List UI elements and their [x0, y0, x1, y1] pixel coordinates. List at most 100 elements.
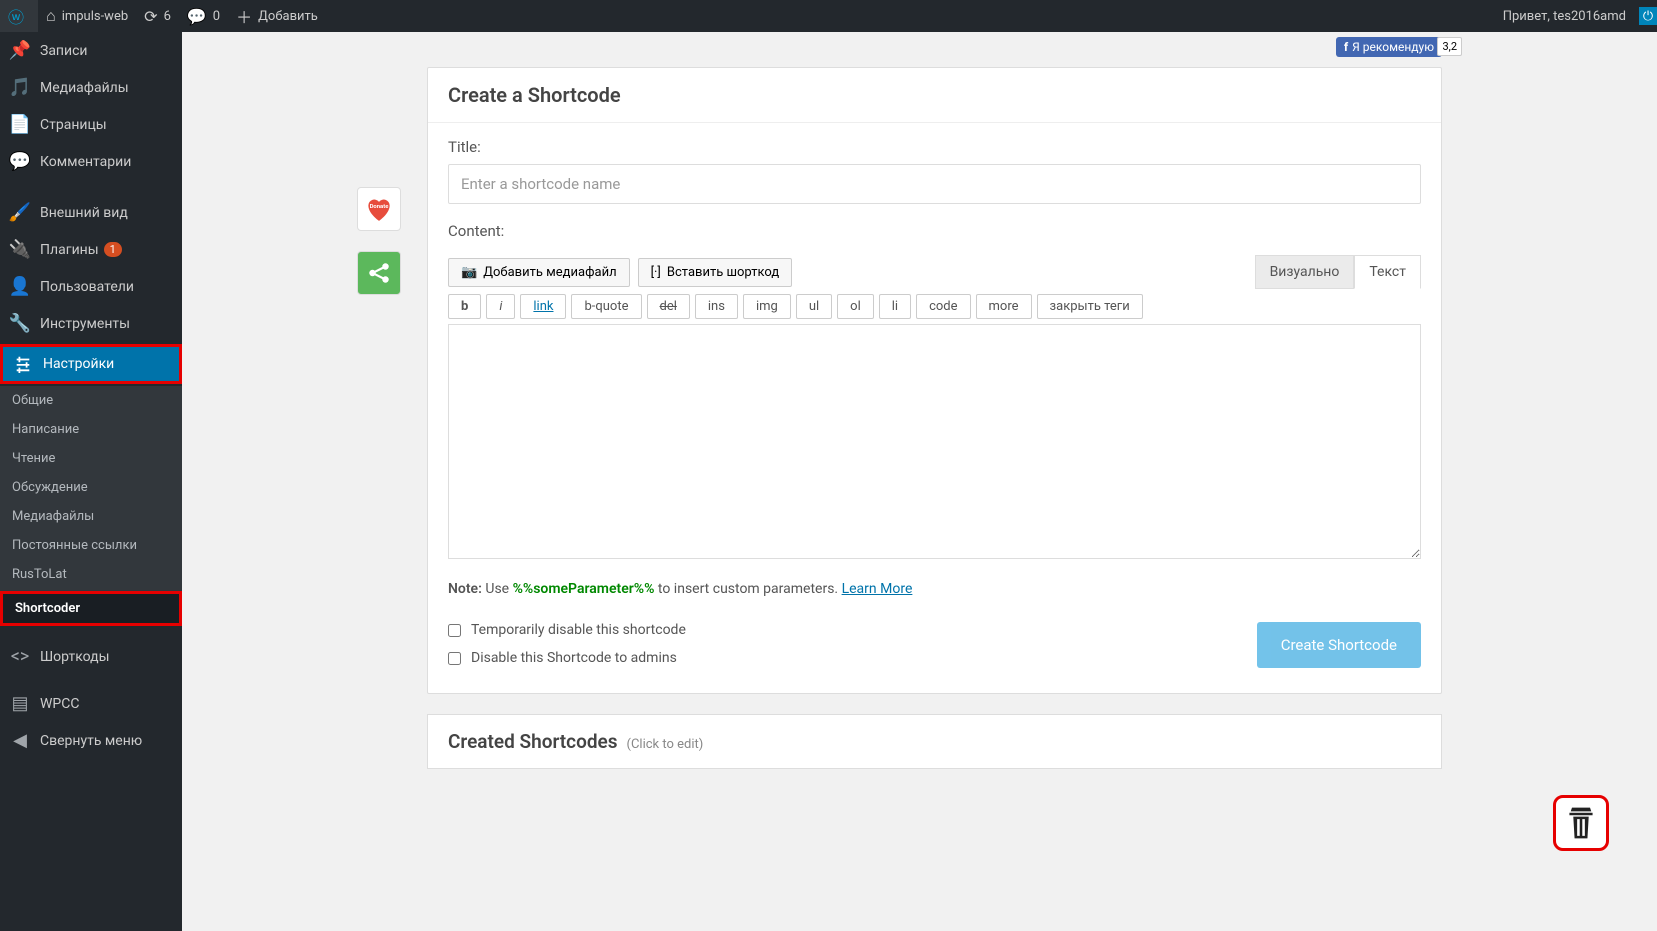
insert-shortcode-text: Вставить шорткод: [667, 265, 779, 280]
submenu-permalinks[interactable]: Постоянные ссылки: [0, 531, 182, 560]
cb-temp-disable-label: Temporarily disable this shortcode: [471, 622, 686, 638]
created-title: Created Shortcodes: [448, 730, 618, 753]
note-use: Use: [482, 581, 513, 597]
sidebar-item-media[interactable]: 🎵Медиафайлы: [0, 69, 182, 106]
brackets-icon: [·]: [651, 265, 661, 280]
updates-count: 6: [164, 9, 171, 24]
submenu-shortcoder[interactable]: Shortcoder: [3, 594, 179, 623]
sidebar-item-appearance[interactable]: 🖌️ Внешний вид: [0, 194, 182, 231]
wrench-icon: 🔧: [10, 313, 30, 334]
sidebar-item-label: Шорткоды: [40, 649, 109, 665]
qt-ul[interactable]: ul: [796, 294, 832, 319]
qt-more[interactable]: more: [976, 294, 1032, 319]
note-text: Note: Use %%someParameter%% to insert cu…: [448, 581, 1421, 597]
qt-li[interactable]: li: [879, 294, 911, 319]
cb-temp-disable[interactable]: [448, 624, 461, 637]
qt-del[interactable]: del: [647, 294, 690, 319]
brush-icon: 🖌️: [10, 202, 30, 223]
qt-close-tags[interactable]: закрыть теги: [1037, 294, 1143, 319]
qt-code[interactable]: code: [916, 294, 970, 319]
trash-button[interactable]: [1553, 795, 1609, 851]
donate-button[interactable]: Donate: [357, 187, 401, 231]
qt-ol[interactable]: ol: [837, 294, 874, 319]
collapse-menu[interactable]: ◀ Свернуть меню: [0, 722, 182, 759]
greeting-link[interactable]: Привет, tes2016amd: [1495, 0, 1634, 32]
create-shortcode-panel: Create a Shortcode Title: Content: 📷Доба…: [427, 67, 1442, 694]
submenu-discussion[interactable]: Обсуждение: [0, 473, 182, 502]
cb-disable-admins[interactable]: [448, 652, 461, 665]
create-shortcode-button[interactable]: Create Shortcode: [1257, 622, 1421, 668]
sidebar-item-comments[interactable]: 💬Комментарии: [0, 143, 182, 180]
insert-shortcode-button[interactable]: [·] Вставить шорткод: [638, 258, 793, 287]
content-editor[interactable]: [448, 324, 1421, 559]
site-name-text: impuls-web: [62, 9, 128, 24]
sidebar-item-tools[interactable]: 🔧Инструменты: [0, 305, 182, 342]
submenu-reading[interactable]: Чтение: [0, 444, 182, 473]
sidebar-item-label: Страницы: [40, 117, 107, 133]
sidebar-item-shortcodes[interactable]: <>Шорткоды: [0, 638, 182, 675]
learn-more-link[interactable]: Learn More: [842, 581, 913, 597]
share-icon: [366, 260, 392, 286]
fb-label: Я рекомендую: [1352, 40, 1434, 54]
qt-ins[interactable]: ins: [695, 294, 738, 319]
highlight-settings: Настройки: [0, 344, 182, 384]
qt-bquote[interactable]: b-quote: [571, 294, 641, 319]
qt-img[interactable]: img: [743, 294, 791, 319]
greeting-text: Привет, tes2016amd: [1503, 9, 1626, 24]
updates-link[interactable]: ⟳6: [136, 0, 179, 32]
qt-italic[interactable]: i: [486, 294, 515, 319]
highlight-shortcoder: Shortcoder: [0, 591, 182, 626]
pin-icon: 📌: [10, 40, 30, 61]
comments-link[interactable]: 💬0: [179, 0, 228, 32]
qt-link[interactable]: link: [520, 294, 566, 319]
generic-icon: ▤: [10, 693, 30, 714]
wp-logo[interactable]: ⓦ: [0, 0, 38, 32]
cb-temp-disable-row[interactable]: Temporarily disable this shortcode: [448, 622, 686, 638]
submenu-rustolat[interactable]: RusToLat: [0, 560, 182, 589]
add-media-button[interactable]: 📷Добавить медиафайл: [448, 258, 630, 287]
logout-button[interactable]: ⏻: [1639, 7, 1657, 25]
shortcode-title-input[interactable]: [448, 164, 1421, 204]
home-icon: ⌂: [46, 6, 56, 26]
note-bold: Note:: [448, 581, 482, 597]
sidebar-item-posts[interactable]: 📌Записи: [0, 32, 182, 69]
title-label: Title:: [448, 138, 1421, 156]
plus-icon: ＋: [236, 4, 252, 28]
tab-text[interactable]: Текст: [1354, 255, 1421, 289]
sidebar-item-plugins[interactable]: 🔌 Плагины 1: [0, 231, 182, 268]
content-label: Content:: [448, 222, 1421, 240]
sidebar-item-pages[interactable]: 📄Страницы: [0, 106, 182, 143]
heart-icon: Donate: [364, 196, 394, 222]
sidebar-item-label: Плагины: [40, 242, 99, 258]
sidebar-item-label: Пользователи: [40, 279, 134, 295]
note-rest: to insert custom parameters.: [654, 581, 841, 597]
submenu-general[interactable]: Общие: [0, 386, 182, 415]
site-name-link[interactable]: ⌂ impuls-web: [38, 0, 136, 32]
refresh-icon: ⟳: [144, 7, 157, 26]
note-param: %%someParameter%%: [513, 581, 655, 597]
qt-bold[interactable]: b: [448, 294, 481, 319]
cb-disable-admins-row[interactable]: Disable this Shortcode to admins: [448, 650, 686, 666]
sidebar-item-label: Настройки: [43, 356, 114, 372]
plugin-update-badge: 1: [104, 242, 122, 257]
submenu-writing[interactable]: Написание: [0, 415, 182, 444]
sidebar-item-settings[interactable]: Настройки: [3, 347, 179, 381]
settings-submenu: Общие Написание Чтение Обсуждение Медиаф…: [0, 386, 182, 626]
add-new-text: Добавить: [258, 9, 318, 24]
fb-recommend-button[interactable]: f Я рекомендую: [1336, 37, 1442, 57]
add-new-link[interactable]: ＋ Добавить: [228, 0, 326, 32]
created-shortcodes-panel: Created Shortcodes (Click to edit): [427, 714, 1442, 769]
sliders-icon: [13, 355, 33, 373]
submenu-media[interactable]: Медиафайлы: [0, 502, 182, 531]
sidebar-item-users[interactable]: 👤Пользователи: [0, 268, 182, 305]
sidebar-item-wpcc[interactable]: ▤WPCC: [0, 685, 182, 722]
share-button[interactable]: [357, 251, 401, 295]
chevron-left-icon: ◀: [10, 730, 30, 751]
plug-icon: 🔌: [10, 239, 30, 260]
collapse-label: Свернуть меню: [40, 733, 142, 749]
sidebar-item-label: Комментарии: [40, 154, 131, 170]
sidebar-item-label: Внешний вид: [40, 205, 128, 221]
tab-visual[interactable]: Визуально: [1255, 255, 1355, 289]
fb-icon: f: [1344, 40, 1348, 54]
cb-disable-admins-label: Disable this Shortcode to admins: [471, 650, 677, 666]
